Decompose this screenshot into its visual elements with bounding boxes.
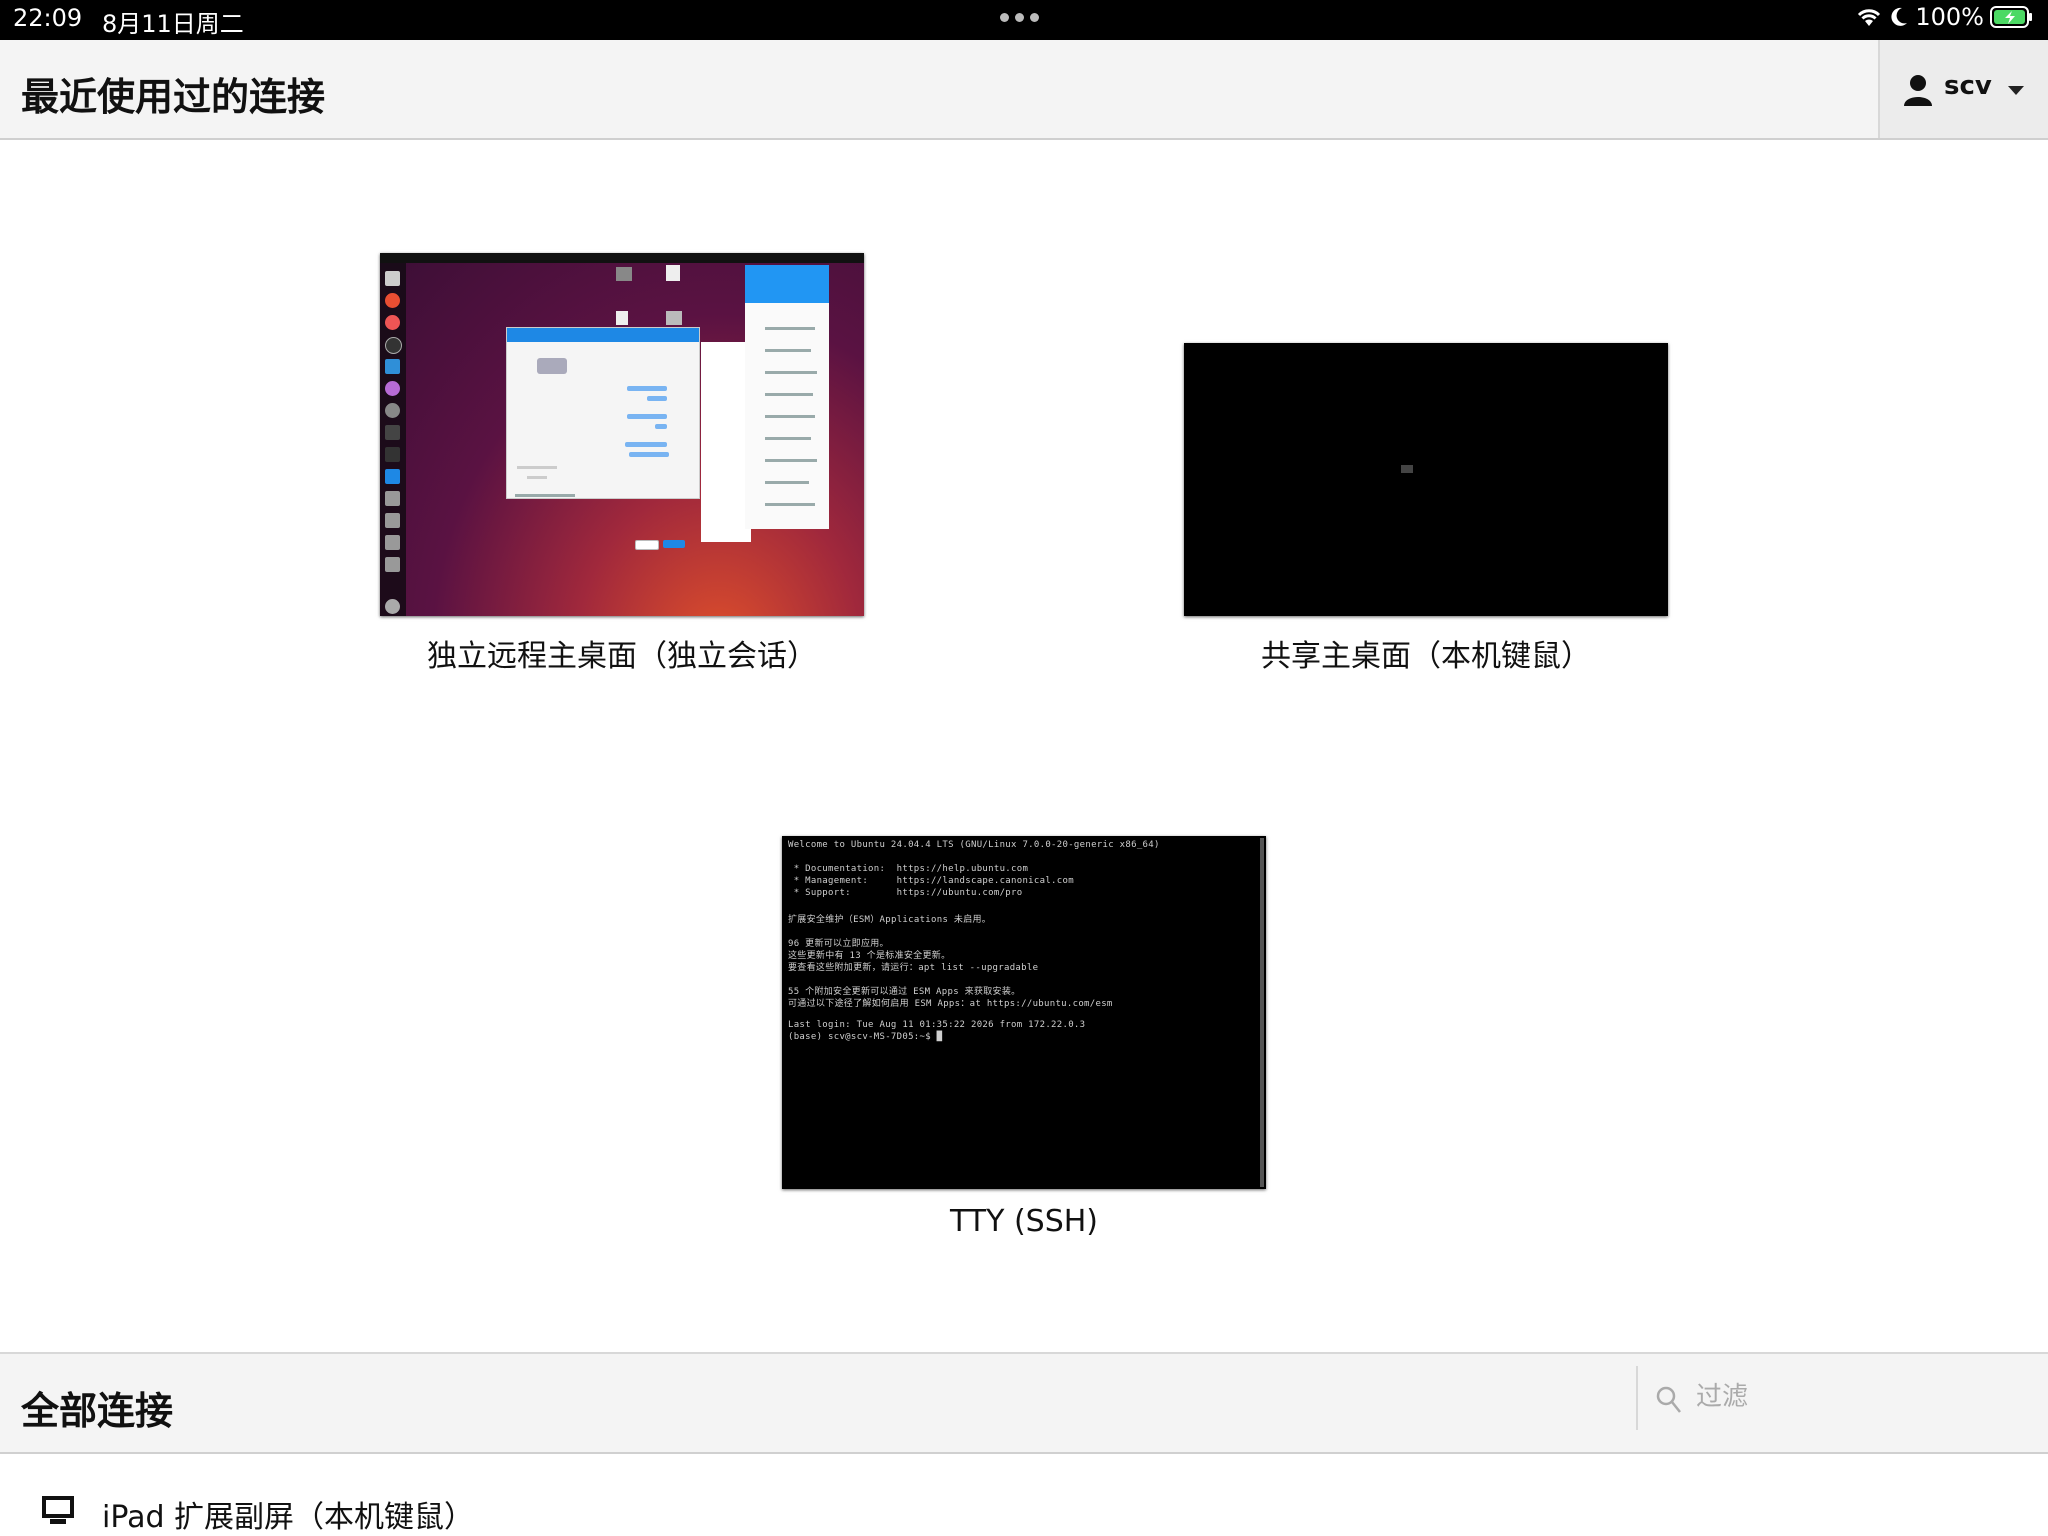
terminal-line: Welcome to Ubuntu 24.04.4 LTS (GNU/Linux… [788,840,1160,850]
connection-thumbnail [380,253,864,616]
user-menu-button[interactable]: scv [1878,40,2048,138]
moon-icon [1889,6,1909,28]
section-title: 全部连接 [21,1389,174,1433]
username: scv [1944,71,1992,101]
terminal-line: 扩展安全维护（ESM）Applications 未启用。 [788,915,992,925]
connection-caption: 共享主桌面（本机键鼠） [1261,639,1591,674]
battery-percent: 100% [1915,3,1984,31]
terminal-line: * Documentation: https://help.ubuntu.com [788,864,1029,874]
status-right: 100% [1855,3,2034,31]
connection-label: iPad 扩展副屏（本机键鼠） [102,1500,475,1535]
filter-input[interactable] [1694,1376,2028,1418]
recent-connections-header: 最近使用过的连接 scv [0,40,2048,140]
terminal-line: (base) scv@scv-MS-7D05:~$ █ [788,1032,943,1042]
search-icon [1656,1386,1682,1418]
status-bar: 22:09 8月11日周二 100% [0,0,2048,40]
battery-icon [1990,5,2034,29]
recent-connection-tile-1[interactable]: 独立远程主桌面（独立会话） [380,253,864,674]
all-connections-header: 全部连接 [0,1352,2048,1454]
connection-caption: TTY (SSH) [949,1204,1099,1239]
multitasking-dots[interactable] [1000,13,1039,22]
terminal-line: 可通过以下途径了解如何启用 ESM Apps：at https://ubuntu… [788,999,1113,1009]
recent-connection-tile-2[interactable]: 共享主桌面（本机键鼠） [1184,343,1668,674]
user-icon [1904,74,1932,110]
status-date: 8月11日周二 [102,10,244,38]
connection-caption: 独立远程主桌面（独立会话） [427,639,817,674]
page-title: 最近使用过的连接 [21,75,326,119]
recent-connection-tile-3[interactable]: Welcome to Ubuntu 24.04.4 LTS (GNU/Linux… [782,836,1266,1240]
terminal-line: Last login: Tue Aug 11 01:35:22 2026 fro… [788,1020,1086,1030]
connection-thumbnail [1184,343,1668,616]
filter-box [1636,1366,2048,1430]
terminal-line: * Management: https://landscape.canonica… [788,876,1074,886]
terminal-line: * Support: https://ubuntu.com/pro [788,888,1023,898]
connection-thumbnail: Welcome to Ubuntu 24.04.4 LTS (GNU/Linux… [782,836,1266,1189]
list-item[interactable]: iPad 扩展副屏（本机键鼠） [0,1478,2048,1536]
wifi-icon [1855,6,1883,28]
status-time: 22:09 [13,4,83,32]
monitor-icon [42,1496,74,1530]
terminal-line: 要查看这些附加更新，请运行：apt list --upgradable [788,963,1039,973]
chevron-down-icon [2008,86,2024,95]
